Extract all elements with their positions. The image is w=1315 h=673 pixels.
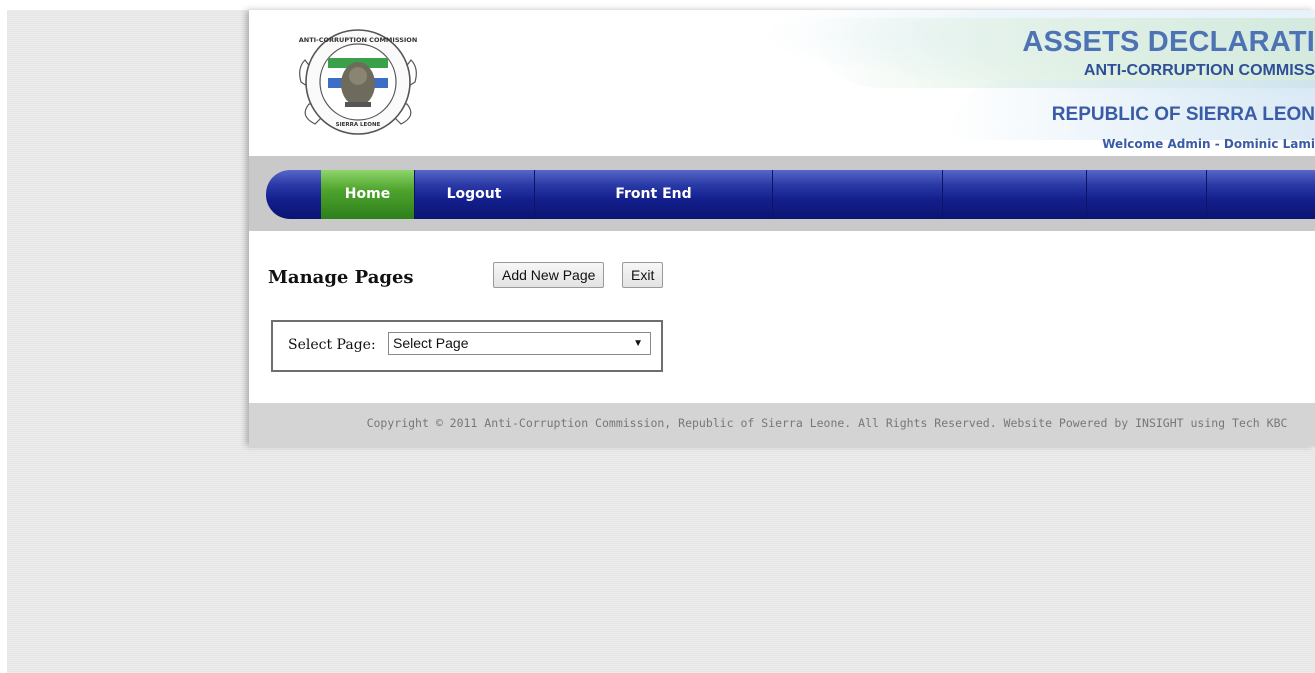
copyright-text: Copyright © 2011 Anti-Corruption Commiss… [366, 416, 1288, 430]
select-page-dropdown[interactable]: Select Page ▼ [388, 332, 651, 355]
nav-item-home[interactable]: Home [321, 170, 414, 219]
nav-separator [942, 170, 943, 219]
logo-text-bottom: SIERRA LEONE [336, 122, 381, 128]
welcome-text: Welcome Admin - Dominic Lami [1102, 137, 1315, 151]
acc-logo: ANTI-CORRUPTION COMMISSION SIERRA LEONE [299, 29, 418, 135]
select-page-box: Select Page: Select Page ▼ [271, 320, 663, 372]
add-new-page-button[interactable]: Add New Page [493, 262, 605, 288]
nav-item-logout[interactable]: Logout [415, 170, 533, 219]
site-header: ANTI-CORRUPTION COMMISSION SIERRA LEONE … [249, 10, 1315, 156]
site-subtitle: ANTI-CORRUPTION COMMISS [1083, 62, 1315, 79]
site-footer: Copyright © 2011 Anti-Corruption Commiss… [249, 403, 1315, 446]
select-page-value: Select Page [393, 335, 469, 351]
nav-separator [1206, 170, 1207, 219]
select-page-label: Select Page: [288, 337, 376, 353]
nav-strip: Home Logout Front End [249, 156, 1315, 231]
site-republic: REPUBLIC OF SIERRA LEON [1051, 104, 1315, 125]
exit-button[interactable]: Exit [622, 262, 664, 288]
main-nav: Home Logout Front End [266, 170, 1315, 219]
nav-item-front-end[interactable]: Front End [535, 170, 772, 219]
page-title: Manage Pages [268, 267, 414, 288]
nav-separator [772, 170, 773, 219]
chevron-down-icon: ▼ [633, 338, 643, 349]
main-content: Manage Pages Add New Page Exit Select Pa… [249, 231, 1315, 403]
logo-text-top: ANTI-CORRUPTION COMMISSION [299, 36, 418, 44]
page-container: ANTI-CORRUPTION COMMISSION SIERRA LEONE … [249, 10, 1315, 446]
nav-separator [1086, 170, 1087, 219]
site-title: ASSETS DECLARATI [1022, 26, 1315, 58]
